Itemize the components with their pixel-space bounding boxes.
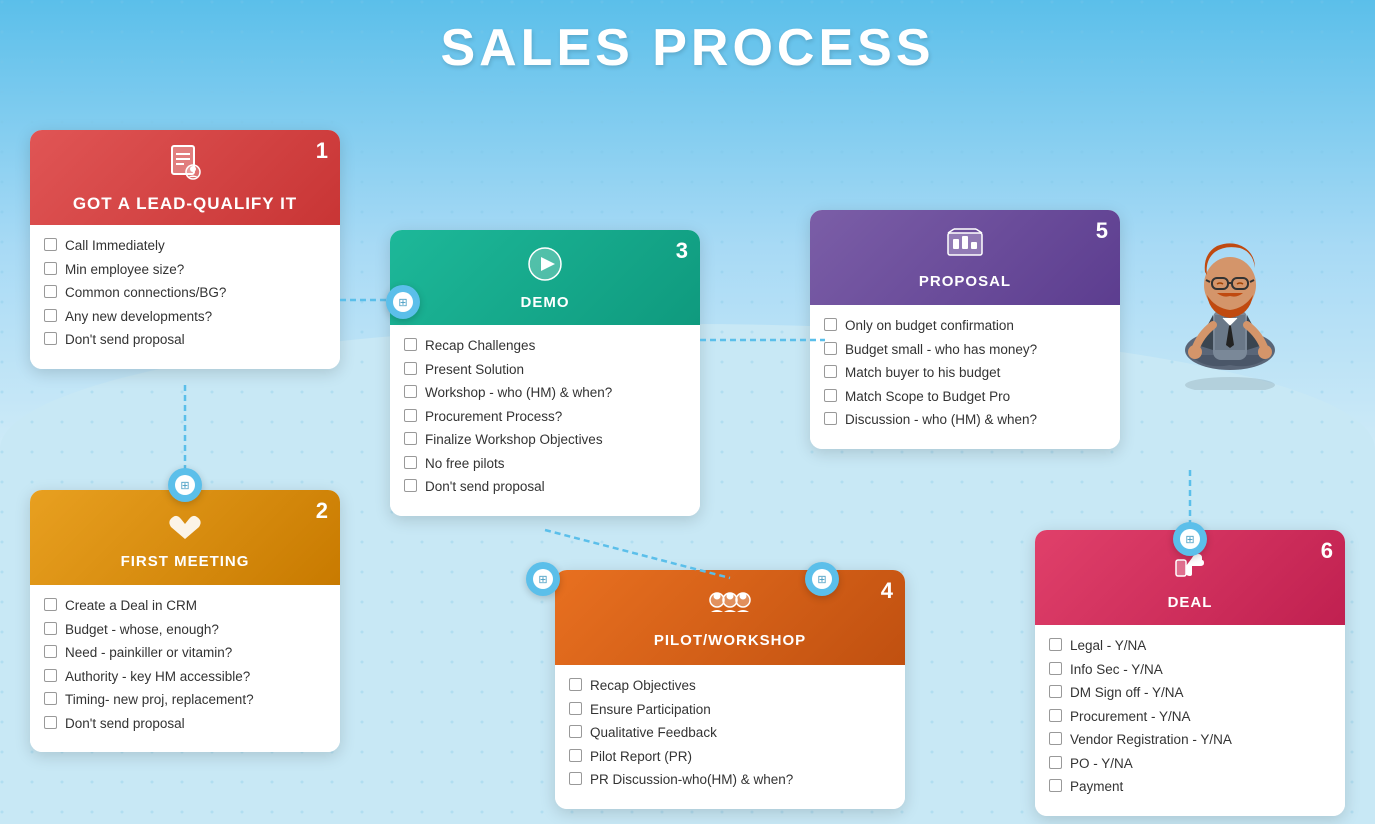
list-item: Budget small - who has money?: [824, 341, 1106, 359]
card-2-icon: [163, 507, 207, 549]
list-item: Need - painkiller or vitamin?: [44, 644, 326, 662]
list-item: Payment: [1049, 778, 1331, 796]
list-item: Create a Deal in CRM: [44, 597, 326, 615]
list-item: Timing- new proj, replacement?: [44, 691, 326, 709]
card-1-body: Call Immediately Min employee size? Comm…: [30, 225, 340, 369]
list-item: Vendor Registration - Y/NA: [1049, 731, 1331, 749]
card-3-title: DEMO: [521, 294, 570, 311]
card-4-icon: [707, 588, 753, 628]
list-item: Don't send proposal: [44, 715, 326, 733]
card-proposal: 5 PROPOSAL Only on budget confirmation: [810, 210, 1120, 449]
list-item: Recap Objectives: [569, 677, 891, 695]
list-item: Procurement Process?: [404, 408, 686, 426]
card-3-icon: [527, 246, 563, 290]
connector-node-4: ⊞: [805, 562, 839, 596]
card-1-icon: [166, 144, 204, 190]
list-item: Qualitative Feedback: [569, 724, 891, 742]
list-item: Match Scope to Budget Pro: [824, 388, 1106, 406]
card-6-body: Legal - Y/NA Info Sec - Y/NA DM Sign off…: [1035, 625, 1345, 816]
list-item: Don't send proposal: [44, 331, 326, 349]
list-item: Ensure Participation: [569, 701, 891, 719]
connector-node-5: ⊞: [1173, 522, 1207, 556]
list-item: Budget - whose, enough?: [44, 621, 326, 639]
connector-node-3: ⊞: [526, 562, 560, 596]
card-4-number: 4: [881, 578, 893, 604]
card-6-number: 6: [1321, 538, 1333, 564]
list-item: Authority - key HM accessible?: [44, 668, 326, 686]
page-title: SALES PROCESS: [0, 0, 1375, 78]
card-first-meeting: 2 FIRST MEETING Create a Deal in CRM Bud…: [30, 490, 340, 752]
card-1-number: 1: [316, 138, 328, 164]
card-5-body: Only on budget confirmation Budget small…: [810, 305, 1120, 449]
card-2-body: Create a Deal in CRM Budget - whose, eno…: [30, 585, 340, 752]
list-item: Min employee size?: [44, 261, 326, 279]
card-3-number: 3: [676, 238, 688, 264]
list-item: No free pilots: [404, 455, 686, 473]
list-item: Any new developments?: [44, 308, 326, 326]
card-5-number: 5: [1096, 218, 1108, 244]
card-demo: 3 DEMO Recap Challenges Present Solution…: [390, 230, 700, 516]
card-2-title: FIRST MEETING: [121, 553, 250, 570]
list-item: PR Discussion-who(HM) & when?: [569, 771, 891, 789]
list-item: Finalize Workshop Objectives: [404, 431, 686, 449]
list-item: Legal - Y/NA: [1049, 637, 1331, 655]
list-item: PO - Y/NA: [1049, 755, 1331, 773]
card-pilot-workshop: 4 PILOT/WORKSHOP Recap Object: [555, 570, 905, 809]
card-5-title: PROPOSAL: [919, 273, 1011, 290]
list-item: Only on budget confirmation: [824, 317, 1106, 335]
list-item: Call Immediately: [44, 237, 326, 255]
card-4-body: Recap Objectives Ensure Participation Qu…: [555, 665, 905, 809]
list-item: Match buyer to his budget: [824, 364, 1106, 382]
list-item: Common connections/BG?: [44, 284, 326, 302]
list-item: Info Sec - Y/NA: [1049, 661, 1331, 679]
list-item: DM Sign off - Y/NA: [1049, 684, 1331, 702]
list-item: Don't send proposal: [404, 478, 686, 496]
card-4-title: PILOT/WORKSHOP: [654, 632, 806, 649]
card-3-body: Recap Challenges Present Solution Worksh…: [390, 325, 700, 516]
card-qualify: 1 GOT A LEAD-QUALIFY IT Call Immediately: [30, 130, 340, 369]
card-deal: 6 DEAL Legal - Y/NA Info Sec - Y/NA DM S…: [1035, 530, 1345, 816]
list-item: Pilot Report (PR): [569, 748, 891, 766]
card-5-icon: [946, 227, 984, 269]
card-2-number: 2: [316, 498, 328, 524]
card-1-title: GOT A LEAD-QUALIFY IT: [73, 194, 297, 214]
list-item: Recap Challenges: [404, 337, 686, 355]
connector-node-1: ⊞: [168, 468, 202, 502]
card-6-title: DEAL: [1168, 594, 1213, 611]
list-item: Present Solution: [404, 361, 686, 379]
list-item: Procurement - Y/NA: [1049, 708, 1331, 726]
list-item: Workshop - who (HM) & when?: [404, 384, 686, 402]
list-item: Discussion - who (HM) & when?: [824, 411, 1106, 429]
meditation-figure: [1155, 190, 1305, 390]
connector-node-2: ⊞: [386, 285, 420, 319]
